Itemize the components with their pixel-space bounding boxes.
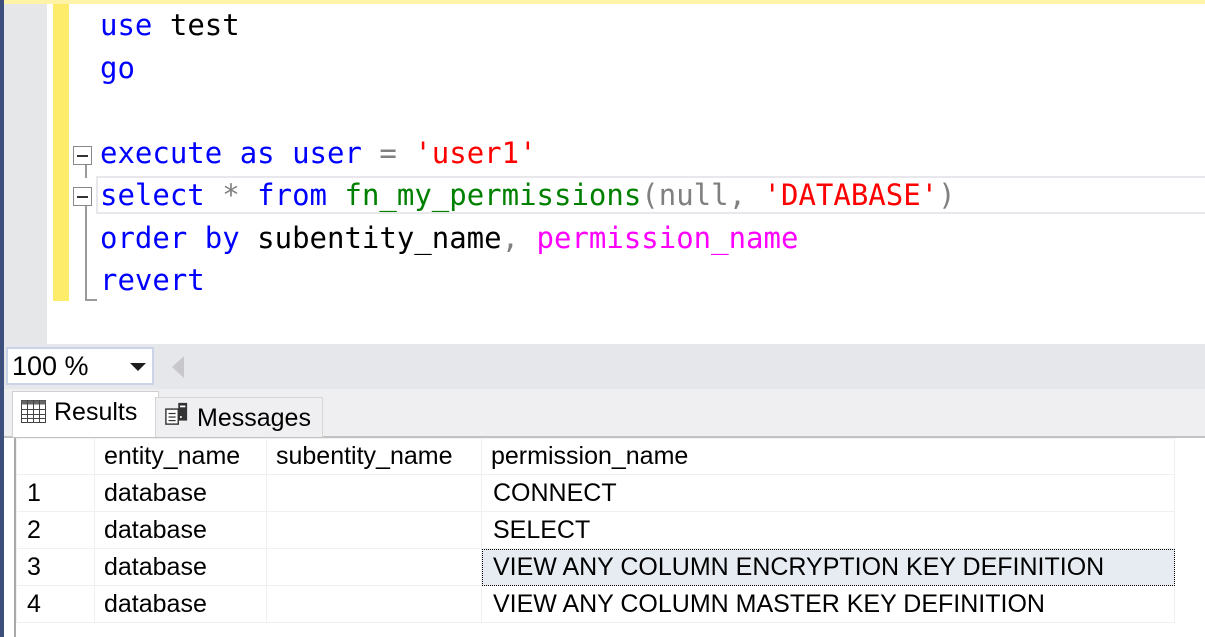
- fold-toggle-select[interactable]: [73, 187, 92, 206]
- code-token: permission_name: [536, 221, 799, 255]
- table-row[interactable]: 1 database CONNECT: [16, 474, 1175, 512]
- cell-permission-name[interactable]: VIEW ANY COLUMN MASTER KEY DEFINITION: [481, 585, 1175, 623]
- cell-entity-name[interactable]: database: [94, 474, 267, 512]
- zoom-dropdown[interactable]: 100 %: [6, 347, 154, 385]
- fold-line: [85, 165, 87, 178]
- code-token: *: [222, 178, 240, 212]
- table-row[interactable]: 4 database VIEW ANY COLUMN MASTER KEY DE…: [16, 585, 1175, 623]
- code-token: ): [938, 178, 956, 212]
- code-token: test: [169, 8, 240, 42]
- tab-messages[interactable]: Messages: [155, 397, 323, 437]
- code-token: by: [204, 221, 240, 255]
- code-token: user: [292, 136, 362, 170]
- results-grid: entity_name subentity_name permission_na…: [14, 438, 1205, 637]
- fold-line: [85, 206, 87, 301]
- grid-icon: [21, 400, 46, 423]
- cell-permission-name[interactable]: CONNECT: [481, 474, 1175, 512]
- code-line-2: go: [100, 48, 135, 88]
- scroll-left-arrow-icon[interactable]: [172, 356, 184, 378]
- code-token: fn_my_permissions: [344, 178, 642, 212]
- table-row[interactable]: 2 database SELECT: [16, 511, 1175, 549]
- code-token: execute: [100, 136, 223, 170]
- messages-icon: [165, 402, 188, 425]
- cell-subentity-name[interactable]: [266, 474, 482, 512]
- tab-messages-label: Messages: [197, 404, 311, 432]
- row-number[interactable]: 4: [16, 585, 95, 623]
- column-header-permission-name[interactable]: permission_name: [481, 438, 1175, 475]
- zoom-bar: 100 %: [4, 344, 1205, 389]
- fold-toggle-execute[interactable]: [73, 146, 92, 165]
- code-token: (: [641, 178, 659, 212]
- code-line-4: execute as user = 'user1': [100, 133, 537, 173]
- code-token: as: [239, 136, 275, 170]
- results-tabs: Results Messages: [4, 389, 1205, 438]
- zoom-value: 100 %: [12, 351, 89, 381]
- code-token: ,: [501, 221, 520, 255]
- code-token: 'user1': [414, 136, 537, 170]
- row-number[interactable]: 3: [16, 548, 95, 586]
- change-tracking-bar: [53, 4, 69, 301]
- code-line-1: use test: [100, 5, 240, 45]
- results-table: entity_name subentity_name permission_na…: [16, 438, 1175, 623]
- cell-entity-name[interactable]: database: [94, 548, 267, 586]
- row-number[interactable]: 2: [16, 511, 95, 549]
- code-token: 'DATABASE': [763, 178, 939, 212]
- code-line-7: revert: [100, 260, 205, 300]
- row-number[interactable]: 1: [16, 474, 95, 512]
- code-line-5: select * from fn_my_permissions(null, 'D…: [100, 175, 956, 215]
- code-token: order: [100, 221, 188, 255]
- chevron-down-icon[interactable]: [130, 363, 146, 371]
- code-token: use: [100, 8, 153, 42]
- cell-entity-name[interactable]: database: [94, 585, 267, 623]
- cell-entity-name[interactable]: database: [94, 511, 267, 549]
- editor-gutter: [4, 4, 47, 344]
- cell-permission-name-selected[interactable]: VIEW ANY COLUMN ENCRYPTION KEY DEFINITIO…: [481, 548, 1175, 586]
- column-header-entity-name[interactable]: entity_name: [94, 438, 267, 475]
- query-editor[interactable]: use test go execute as user = 'user1' se…: [4, 4, 1205, 344]
- code-token: =: [379, 136, 397, 170]
- code-line-6: order by subentity_name, permission_name: [100, 218, 798, 258]
- code-token: go: [100, 51, 135, 85]
- cell-subentity-name[interactable]: [266, 511, 482, 549]
- code-token: from: [257, 178, 328, 212]
- code-token: revert: [100, 263, 205, 297]
- column-header-rownum[interactable]: [16, 438, 95, 475]
- fold-end: [85, 299, 97, 301]
- column-header-subentity-name[interactable]: subentity_name: [266, 438, 482, 475]
- cell-permission-name[interactable]: SELECT: [481, 511, 1175, 549]
- header-row: entity_name subentity_name permission_na…: [16, 438, 1175, 475]
- code-token: select: [100, 178, 205, 212]
- tab-results[interactable]: Results: [12, 391, 159, 437]
- code-token: null: [658, 178, 729, 212]
- code-token: ,: [728, 178, 747, 212]
- tab-results-label: Results: [54, 398, 138, 426]
- cell-subentity-name[interactable]: [266, 548, 482, 586]
- cell-subentity-name[interactable]: [266, 585, 482, 623]
- table-row[interactable]: 3 database VIEW ANY COLUMN ENCRYPTION KE…: [16, 548, 1175, 586]
- code-token: subentity_name: [257, 221, 502, 255]
